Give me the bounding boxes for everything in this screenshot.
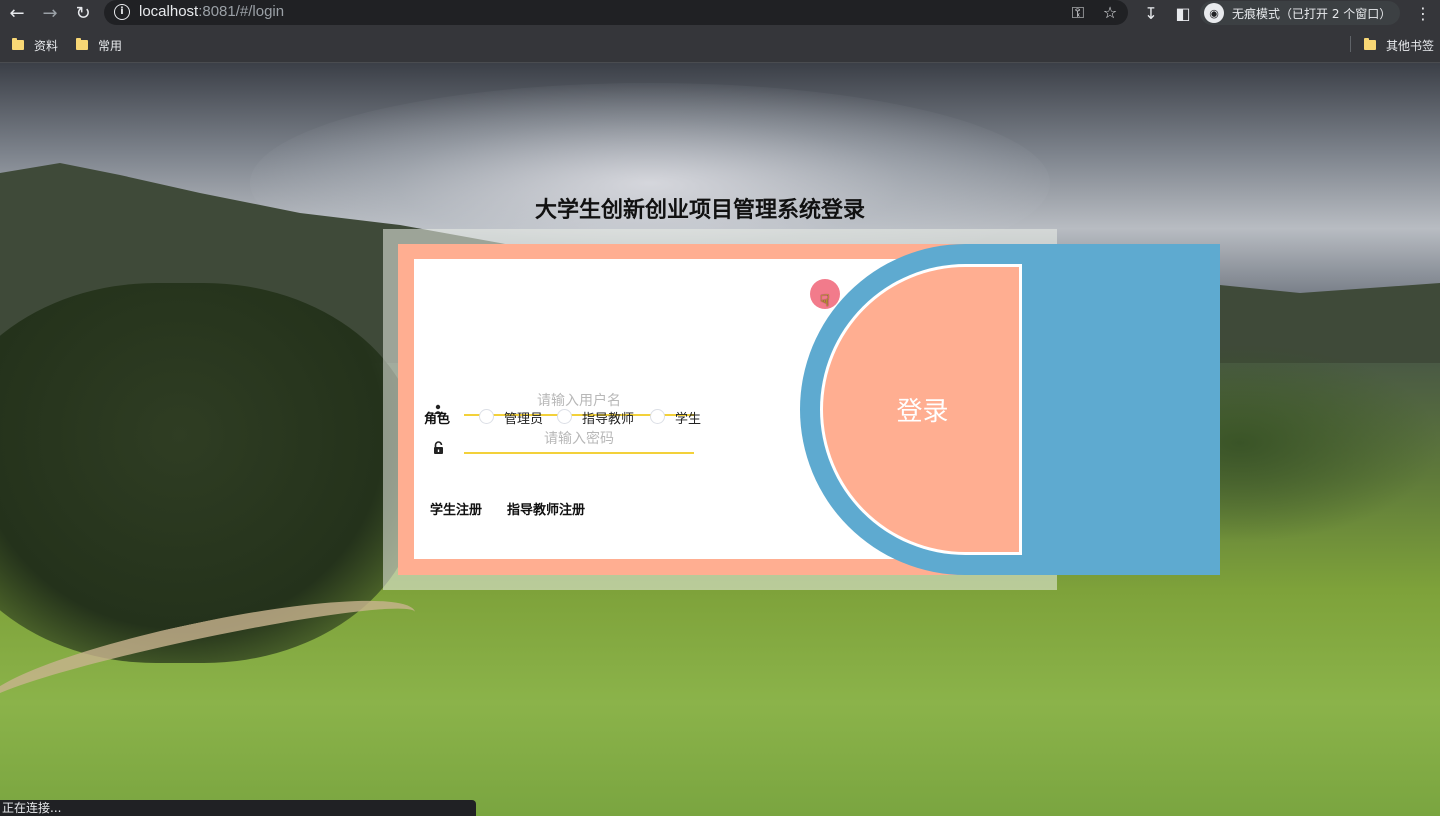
lock-icon <box>431 440 445 454</box>
download-icon[interactable]: ↧ <box>1138 0 1164 26</box>
bookmarks-divider <box>1350 36 1351 52</box>
role-radio-student[interactable] <box>650 409 665 424</box>
role-label-student[interactable]: 学生 <box>675 408 701 427</box>
folder-icon <box>1364 38 1376 50</box>
side-panel-icon[interactable]: ◧ <box>1170 0 1196 26</box>
folder-icon <box>12 38 24 50</box>
star-icon[interactable]: ☆ <box>1098 0 1122 25</box>
bookmark-label: 资料 <box>34 38 59 53</box>
bookmark-label: 常用 <box>98 38 123 53</box>
role-label-admin[interactable]: 管理员 <box>504 408 543 427</box>
url-path: :8081/#/login <box>198 3 285 20</box>
menu-icon[interactable]: ⋮ <box>1410 0 1436 26</box>
page-title: 大学生创新创业项目管理系统登录 <box>534 198 865 223</box>
bookmark-folder-ziliao[interactable]: 资料 <box>12 36 58 54</box>
login-button-edge <box>1019 264 1022 555</box>
role-radio-teacher[interactable] <box>557 409 572 424</box>
key-icon[interactable]: ⚿ <box>1066 0 1090 25</box>
bookmarks-bar: 资料 常用 其他书签 <box>0 26 1440 63</box>
role-label: 角色 <box>424 412 451 427</box>
bookmark-folder-other[interactable]: 其他书签 <box>1364 36 1434 54</box>
password-input[interactable] <box>464 426 694 454</box>
bookmark-folder-changyong[interactable]: 常用 <box>76 36 122 54</box>
reload-icon[interactable]: ↻ <box>70 0 96 26</box>
student-register-link[interactable]: 学生注册 <box>430 499 482 518</box>
teacher-register-link[interactable]: 指导教师注册 <box>507 499 585 518</box>
url-text: localhost:8081/#/login <box>139 3 284 20</box>
back-icon[interactable]: ← <box>4 0 30 26</box>
incognito-label: 无痕模式（已打开 2 个窗口） <box>1232 6 1392 21</box>
pointer-hand-icon: ☟ <box>820 291 830 310</box>
incognito-icon: ◉ <box>1204 3 1224 23</box>
forward-icon[interactable]: → <box>37 0 63 26</box>
bookmark-label: 其他书签 <box>1386 38 1435 53</box>
incognito-badge[interactable]: ◉ 无痕模式（已打开 2 个窗口） <box>1200 1 1400 25</box>
status-bar: 正在连接... <box>0 800 476 816</box>
site-info-icon[interactable]: i <box>114 4 130 20</box>
role-radio-admin[interactable] <box>479 409 494 424</box>
folder-icon <box>76 38 88 50</box>
browser-toolbar: ← → ↻ i localhost:8081/#/login ⚿ ☆ ↧ ◧ ◉… <box>0 0 1440 26</box>
address-bar[interactable]: i localhost:8081/#/login ⚿ ☆ <box>104 0 1128 25</box>
role-label-teacher[interactable]: 指导教师 <box>582 408 634 427</box>
url-host: localhost <box>139 3 199 20</box>
